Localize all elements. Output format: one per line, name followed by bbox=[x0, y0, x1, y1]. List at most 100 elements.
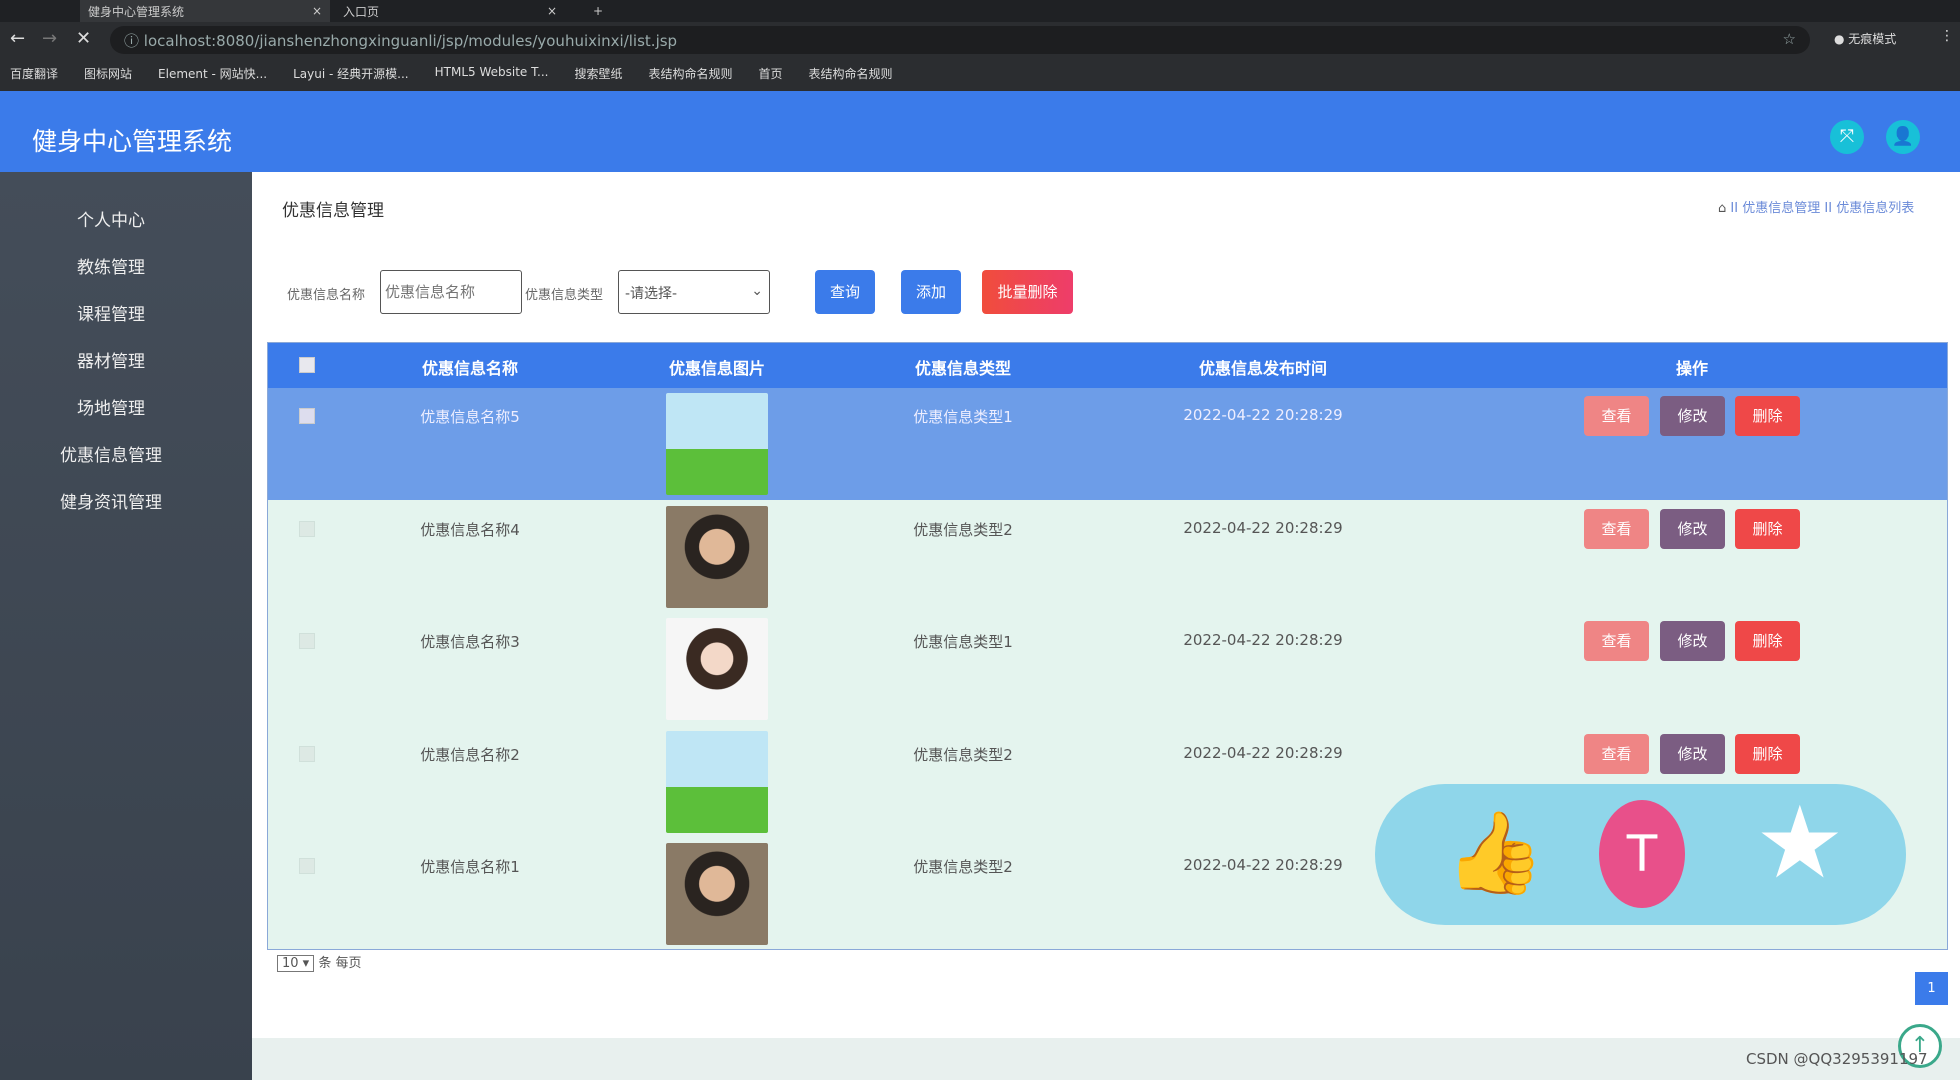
url-input[interactable]: ⓘ localhost:8080/jianshenzhongxinguanli/… bbox=[110, 26, 1810, 54]
cell-time: 2022-04-22 20:28:29 bbox=[1183, 518, 1343, 537]
star-icon[interactable]: ☆ bbox=[1783, 30, 1796, 48]
close-icon[interactable]: × bbox=[312, 4, 322, 18]
row-checkbox[interactable] bbox=[299, 520, 315, 537]
breadcrumb-sep: II bbox=[1730, 201, 1739, 216]
edit-button[interactable]: 修改 bbox=[1660, 396, 1725, 436]
user-icon[interactable]: 👤 bbox=[1886, 120, 1920, 154]
url-text: localhost:8080/jianshenzhongxinguanli/js… bbox=[143, 32, 678, 50]
edit-button[interactable]: 修改 bbox=[1660, 508, 1725, 549]
edit-button[interactable]: 修改 bbox=[1660, 733, 1725, 774]
star-icon[interactable]: ★ bbox=[1755, 784, 1845, 901]
sidebar-item-coaches[interactable]: 教练管理 bbox=[0, 253, 222, 278]
incognito-label: 无痕模式 bbox=[1848, 32, 1897, 46]
page-size-select[interactable]: 10 ▾ bbox=[277, 955, 315, 972]
browser-tab-bar: 健身中心管理系统 × 入口页 × + bbox=[0, 0, 1960, 22]
watermark: CSDN @QQ3295391197 bbox=[1746, 1050, 1928, 1068]
query-button[interactable]: 查询 bbox=[815, 270, 875, 314]
edit-button[interactable]: 修改 bbox=[1660, 621, 1725, 661]
cell-type: 优惠信息类型1 bbox=[913, 408, 1013, 426]
cell-time: 2022-04-22 20:28:29 bbox=[1183, 631, 1343, 649]
name-label: 优惠信息名称 bbox=[287, 288, 366, 303]
browser-tab[interactable]: 入口页 × bbox=[335, 0, 565, 22]
per-page-label: 条 每页 bbox=[318, 956, 362, 971]
bookmark[interactable]: 表结构命名规则 bbox=[809, 65, 893, 86]
app-title: 健身中心管理系统 bbox=[32, 127, 233, 156]
table-header: 优惠信息名称 优惠信息图片 优惠信息类型 优惠信息发布时间 操作 bbox=[268, 343, 1947, 388]
bookmark[interactable]: 搜索壁纸 bbox=[574, 65, 622, 86]
breadcrumb: ⌂ II 优惠信息管理 II 优惠信息列表 bbox=[1718, 197, 1914, 216]
cell-name: 优惠信息名称4 bbox=[420, 520, 520, 539]
header-type: 优惠信息类型 bbox=[914, 359, 1012, 378]
breadcrumb-item: 优惠信息列表 bbox=[1836, 201, 1915, 216]
batch-delete-button[interactable]: 批量删除 bbox=[982, 270, 1073, 314]
cell-time: 2022-04-22 20:28:29 bbox=[1183, 856, 1343, 874]
cell-name: 优惠信息名称5 bbox=[420, 408, 520, 426]
cell-type: 优惠信息类型2 bbox=[913, 745, 1013, 764]
add-button[interactable]: 添加 bbox=[901, 270, 961, 314]
delete-button[interactable]: 删除 bbox=[1735, 621, 1800, 661]
page-size-value: 10 bbox=[282, 956, 299, 971]
row-checkbox[interactable] bbox=[299, 408, 315, 424]
bookmark[interactable]: 图标网站 bbox=[84, 65, 132, 86]
sidebar-item-courses[interactable]: 课程管理 bbox=[0, 300, 222, 325]
select-all-checkbox[interactable] bbox=[299, 357, 315, 373]
row-checkbox[interactable] bbox=[299, 633, 315, 649]
sidebar-item-discounts[interactable]: 优惠信息管理 bbox=[0, 441, 222, 466]
cell-name: 优惠信息名称3 bbox=[420, 633, 520, 651]
close-icon[interactable]: × bbox=[547, 4, 557, 18]
back-icon[interactable]: ← bbox=[10, 28, 25, 49]
home-icon[interactable]: ⌂ bbox=[1718, 201, 1726, 216]
menu-icon[interactable]: ⋮ bbox=[1940, 28, 1954, 44]
type-select[interactable]: -请选择- ⌄ bbox=[618, 270, 770, 314]
cell-type: 优惠信息类型2 bbox=[913, 520, 1013, 539]
fullscreen-icon[interactable]: ⤧ bbox=[1830, 120, 1864, 154]
reaction-overlay: 👍 T ★ bbox=[1375, 784, 1906, 925]
table-row: 优惠信息名称4 优惠信息类型2 2022-04-22 20:28:29 查看 修… bbox=[268, 501, 1947, 613]
row-checkbox[interactable] bbox=[299, 745, 315, 762]
discount-image bbox=[666, 505, 768, 608]
bookmark[interactable]: 首页 bbox=[758, 65, 782, 86]
view-button[interactable]: 查看 bbox=[1584, 733, 1649, 774]
breadcrumb-item[interactable]: 优惠信息管理 bbox=[1742, 201, 1820, 216]
table-row: 优惠信息名称3 优惠信息类型1 2022-04-22 20:28:29 查看 修… bbox=[268, 613, 1947, 725]
cell-type: 优惠信息类型2 bbox=[913, 858, 1013, 876]
header-time: 优惠信息发布时间 bbox=[1198, 359, 1328, 378]
delete-button[interactable]: 删除 bbox=[1735, 396, 1800, 436]
bookmark[interactable]: HTML5 Website T... bbox=[435, 65, 549, 86]
sidebar-item-equipment[interactable]: 器材管理 bbox=[0, 347, 222, 372]
discount-image bbox=[666, 730, 768, 833]
cell-name: 优惠信息名称1 bbox=[420, 858, 520, 876]
sidebar-item-venues[interactable]: 场地管理 bbox=[0, 394, 222, 419]
view-button[interactable]: 查看 bbox=[1584, 508, 1649, 549]
bookmarks-bar: 百度翻译 图标网站 Element - 网站快... Layui - 经典开源模… bbox=[0, 60, 1960, 91]
incognito-badge[interactable]: ● 无痕模式 bbox=[1834, 30, 1896, 47]
row-checkbox[interactable] bbox=[299, 858, 315, 874]
discount-image bbox=[666, 618, 768, 720]
app-header bbox=[0, 91, 1960, 172]
bookmark[interactable]: 百度翻译 bbox=[10, 65, 58, 86]
forward-icon[interactable]: → bbox=[42, 28, 57, 49]
bookmark[interactable]: Layui - 经典开源模... bbox=[293, 65, 408, 86]
name-search-input[interactable] bbox=[380, 270, 522, 314]
breadcrumb-sep: II bbox=[1824, 201, 1833, 216]
stop-icon[interactable]: ✕ bbox=[76, 28, 91, 49]
type-select-value: -请选择- bbox=[625, 286, 678, 302]
delete-button[interactable]: 删除 bbox=[1735, 508, 1800, 549]
delete-button[interactable]: 删除 bbox=[1735, 733, 1800, 774]
header-actions: 操作 bbox=[1675, 359, 1709, 378]
coin-icon[interactable]: T bbox=[1599, 800, 1685, 908]
discount-image bbox=[666, 393, 768, 495]
cell-time: 2022-04-22 20:28:29 bbox=[1183, 406, 1343, 424]
sidebar-item-profile[interactable]: 个人中心 bbox=[0, 206, 222, 231]
bookmark[interactable]: 表结构命名规则 bbox=[648, 65, 732, 86]
bookmark[interactable]: Element - 网站快... bbox=[158, 65, 267, 86]
chevron-down-icon: ⌄ bbox=[751, 283, 763, 299]
browser-tab-active[interactable]: 健身中心管理系统 × bbox=[80, 0, 330, 22]
view-button[interactable]: 查看 bbox=[1584, 396, 1649, 436]
thumbs-up-icon[interactable]: 👍 bbox=[1445, 806, 1545, 900]
view-button[interactable]: 查看 bbox=[1584, 621, 1649, 661]
header-image: 优惠信息图片 bbox=[668, 359, 766, 378]
page-1-button[interactable]: 1 bbox=[1915, 972, 1948, 1005]
new-tab-button[interactable]: + bbox=[585, 0, 611, 22]
sidebar-item-news[interactable]: 健身资讯管理 bbox=[0, 488, 222, 513]
